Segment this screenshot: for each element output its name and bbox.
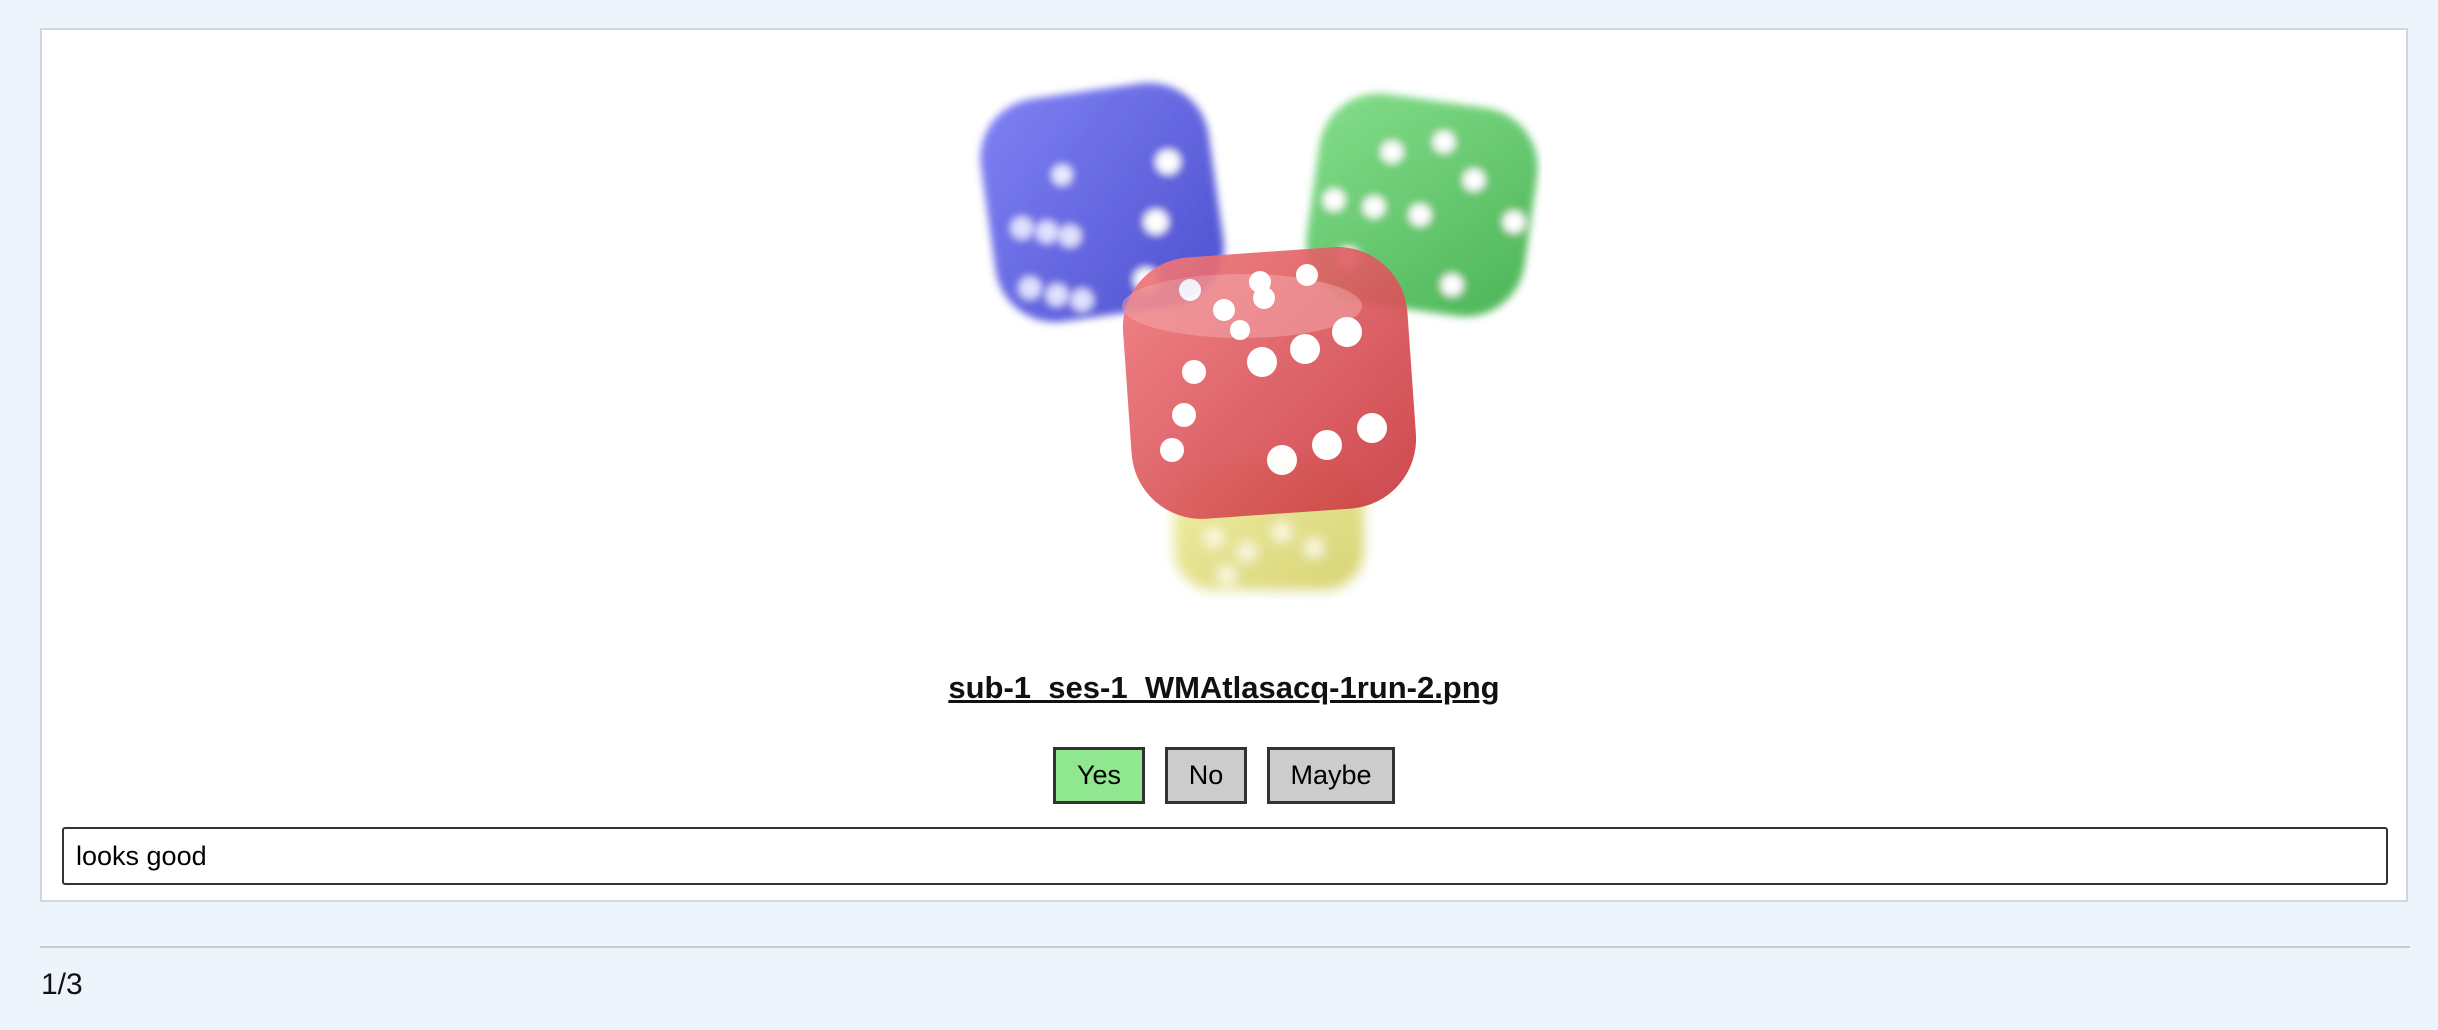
page-counter: 1/3 xyxy=(41,968,83,1001)
yes-button[interactable]: Yes xyxy=(1053,747,1145,804)
maybe-button[interactable]: Maybe xyxy=(1267,747,1395,804)
image-filename-link[interactable]: sub-1_ses-1_WMAtlasacq-1run-2.png xyxy=(42,670,2406,706)
image-preview xyxy=(42,30,2406,650)
divider xyxy=(40,946,2410,948)
dice-icon xyxy=(980,82,1538,590)
no-button[interactable]: No xyxy=(1165,747,1247,804)
review-card: sub-1_ses-1_WMAtlasacq-1run-2.png Yes No… xyxy=(40,28,2408,902)
rating-buttons: Yes No Maybe xyxy=(42,747,2406,804)
comment-input[interactable] xyxy=(62,827,2388,885)
red-die xyxy=(1122,247,1417,519)
